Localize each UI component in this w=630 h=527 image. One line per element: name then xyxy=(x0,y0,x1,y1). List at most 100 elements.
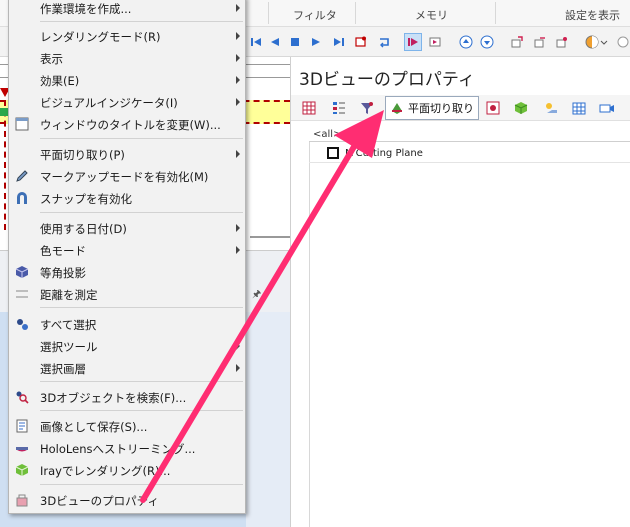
properties-icon xyxy=(14,492,30,508)
tree-item-cutting-plane[interactable]: M Cutting Plane xyxy=(327,147,423,159)
view-c-icon[interactable] xyxy=(553,33,571,51)
menu-item-label: 色モード xyxy=(40,244,86,258)
menu-item-label: 画像として保存(S)... xyxy=(40,420,148,434)
menu-item-measure-distance[interactable]: 距離を測定 xyxy=(9,283,245,305)
dashed-border xyxy=(4,100,6,230)
menu-item-display[interactable]: 表示 xyxy=(9,47,245,69)
menu-item-isometric[interactable]: 等角投影 xyxy=(9,261,245,283)
menu-item-label: ウィンドウのタイトルを変更(W)... xyxy=(40,118,221,132)
play-icon[interactable] xyxy=(307,33,325,51)
submenu-arrow-icon xyxy=(236,76,240,84)
properties-toolbar: 平面切り取り xyxy=(291,95,630,121)
save-image-icon xyxy=(14,418,30,434)
ribbon-group-filter[interactable]: フィルタ xyxy=(293,7,337,23)
pencil-icon xyxy=(14,168,30,184)
context-menu: 作業環境を作成... レンダリングモード(R) 表示 効果(E) ビジュアルイン… xyxy=(8,0,246,514)
submenu-arrow-icon xyxy=(236,4,240,12)
magnet-icon xyxy=(14,190,30,206)
camera-icon[interactable] xyxy=(597,98,617,118)
previous-icon[interactable] xyxy=(266,33,284,51)
ribbon-separator xyxy=(495,2,496,24)
select-all-icon xyxy=(14,316,30,332)
menu-item-label: 3Dビューのプロパティ xyxy=(40,494,159,508)
menu-item-change-window-title[interactable]: ウィンドウのタイトルを変更(W)... xyxy=(9,113,245,135)
menu-separator xyxy=(40,381,243,382)
stop-icon[interactable] xyxy=(286,33,304,51)
submenu-arrow-icon xyxy=(236,224,240,232)
menu-item-selection-tool[interactable]: 選択ツール xyxy=(9,335,245,357)
menu-separator xyxy=(40,138,243,139)
tree-row-divider xyxy=(309,162,630,163)
tree-item-prefix: M xyxy=(345,147,354,159)
lower-pane-sidebar xyxy=(246,312,290,527)
menu-separator xyxy=(40,212,243,213)
submenu-arrow-icon xyxy=(236,364,240,372)
ribbon-group-display-settings[interactable]: 設定を表示 xyxy=(565,7,620,23)
menu-item-effects[interactable]: 効果(E) xyxy=(9,69,245,91)
menu-item-color-mode[interactable]: 色モード xyxy=(9,239,245,261)
menu-item-label: 使用する日付(D) xyxy=(40,222,127,236)
properties-panel: 3Dビューのプロパティ 平面切り取り <all> M Cutting Plane xyxy=(290,57,630,527)
menu-item-label: HoloLensへストリーミング... xyxy=(40,442,196,456)
pin-icon[interactable]: 🖈 xyxy=(252,287,261,304)
funnel-icon[interactable] xyxy=(357,98,377,118)
menu-item-label: 平面切り取り(P) xyxy=(40,148,125,162)
menu-item-date-used[interactable]: 使用する日付(D) xyxy=(9,217,245,239)
more-tools-icon[interactable] xyxy=(614,33,630,51)
tab-cutting-plane[interactable]: 平面切り取り xyxy=(385,96,479,120)
menu-item-label: 表示 xyxy=(40,52,63,66)
isometric-cube-icon xyxy=(14,264,30,280)
menu-item-rendering-mode[interactable]: レンダリングモード(R) xyxy=(9,25,245,47)
menu-item-create-workspace[interactable]: 作業環境を作成... xyxy=(9,0,245,19)
lighting-icon[interactable] xyxy=(541,98,561,118)
shading-mode-icon[interactable] xyxy=(584,33,610,51)
target-icon[interactable] xyxy=(483,98,503,118)
menu-item-search-3d-objects[interactable]: 3Dオブジェクトを検索(F)... xyxy=(9,386,245,408)
menu-separator xyxy=(40,21,243,22)
cutting-plane-checkbox[interactable] xyxy=(327,147,339,159)
submenu-arrow-icon xyxy=(236,342,240,350)
play-window-icon[interactable] xyxy=(426,33,444,51)
ribbon-group-memory[interactable]: メモリ xyxy=(415,7,448,23)
view-a-icon[interactable] xyxy=(508,33,526,51)
menu-item-label: ビジュアルインジケータ(I) xyxy=(40,96,178,110)
tab-label: 平面切り取り xyxy=(408,102,474,115)
green-marker-icon xyxy=(0,108,8,116)
green-cube-icon[interactable] xyxy=(511,98,531,118)
menu-separator xyxy=(40,410,243,411)
window-title-icon xyxy=(14,116,30,132)
menu-item-label: Irayでレンダリング(R)... xyxy=(40,464,171,478)
measure-icon xyxy=(14,286,30,302)
loop-icon[interactable] xyxy=(375,33,393,51)
ribbon-separator xyxy=(268,2,269,24)
menu-item-save-as-image[interactable]: 画像として保存(S)... xyxy=(9,415,245,437)
menu-item-plane-cut[interactable]: 平面切り取り(P) xyxy=(9,143,245,165)
menu-item-label: レンダリングモード(R) xyxy=(40,30,161,44)
menu-item-render-with-iray[interactable]: Irayでレンダリング(R)... xyxy=(9,459,245,481)
tree-guide-line xyxy=(309,142,310,527)
menu-item-label: 3Dオブジェクトを検索(F)... xyxy=(40,391,187,405)
menu-item-selection-layer[interactable]: 選択画層 xyxy=(9,357,245,379)
scrollbar[interactable] xyxy=(250,236,290,238)
menu-item-visual-indicators[interactable]: ビジュアルインジケータ(I) xyxy=(9,91,245,113)
menu-item-label: スナップを有効化 xyxy=(40,192,132,206)
last-frame-icon[interactable] xyxy=(330,33,348,51)
submenu-arrow-icon xyxy=(236,246,240,254)
step-play-icon[interactable] xyxy=(404,33,422,51)
building-icon[interactable] xyxy=(569,98,589,118)
menu-item-label: 効果(E) xyxy=(40,74,80,88)
submenu-arrow-icon xyxy=(236,150,240,158)
menu-item-markup-mode[interactable]: マークアップモードを有効化(M) xyxy=(9,165,245,187)
menu-item-hololens-streaming[interactable]: HoloLensへストリーミング... xyxy=(9,437,245,459)
menu-item-select-all[interactable]: すべて選択 xyxy=(9,313,245,335)
view-b-icon[interactable] xyxy=(531,33,549,51)
move-down-icon[interactable] xyxy=(478,33,496,51)
menu-item-enable-snap[interactable]: スナップを有効化 xyxy=(9,187,245,209)
grid-view-icon[interactable] xyxy=(299,98,319,118)
first-frame-icon[interactable] xyxy=(247,33,265,51)
move-up-icon[interactable] xyxy=(457,33,475,51)
record-icon[interactable] xyxy=(352,33,370,51)
filter-label[interactable]: <all> xyxy=(313,129,341,140)
menu-item-3d-view-properties[interactable]: 3Dビューのプロパティ xyxy=(9,489,245,511)
list-view-icon[interactable] xyxy=(329,98,349,118)
